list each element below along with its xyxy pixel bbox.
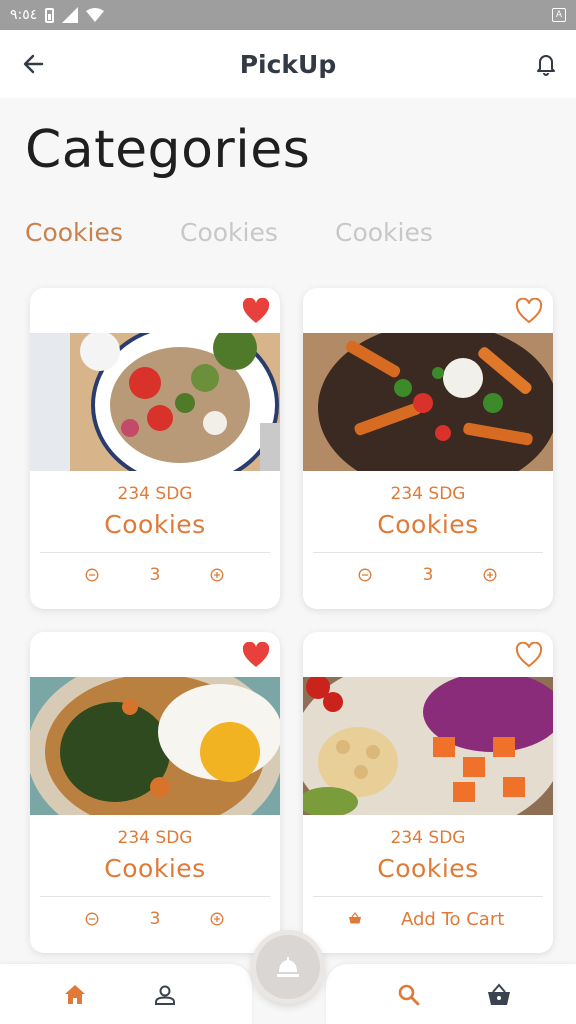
quantity-stepper: 3	[30, 909, 280, 935]
add-to-cart-button[interactable]: Add To Cart	[303, 909, 553, 935]
basket-icon	[349, 912, 361, 924]
divider	[313, 896, 543, 897]
search-icon[interactable]	[396, 982, 422, 1008]
chickpea-bowl-photo	[303, 677, 553, 815]
app-title: PickUp	[239, 49, 337, 79]
product-card[interactable]: 234 SDG Cookies 3	[30, 288, 280, 609]
wifi-icon	[86, 8, 105, 22]
product-name: Cookies	[377, 854, 479, 883]
product-name: Cookies	[104, 510, 206, 539]
arrow-left-icon[interactable]	[20, 50, 48, 78]
heart-outline-icon[interactable]	[515, 298, 543, 324]
heart-filled-icon[interactable]	[242, 298, 270, 324]
status-bar: ٩:٥٤ A	[0, 0, 576, 30]
product-price: 234 SDG	[390, 828, 466, 848]
tab-cookies-2[interactable]: Cookies	[180, 218, 335, 247]
app-bar: PickUp	[0, 30, 576, 98]
fab-inner	[256, 935, 320, 999]
quantity-value: 3	[149, 565, 161, 585]
quantity-value: 3	[149, 909, 161, 929]
quantity-stepper: 3	[30, 565, 280, 591]
divider	[40, 552, 270, 553]
quantity-stepper: 3	[303, 565, 553, 591]
keyboard-a-icon: A	[552, 8, 566, 22]
product-card[interactable]: 234 SDG Cookies Add To Cart	[303, 632, 553, 953]
plus-circle-icon[interactable]	[210, 912, 224, 926]
add-to-cart-label: Add To Cart	[401, 909, 505, 930]
tab-cookies-1[interactable]: Cookies	[25, 218, 180, 247]
heart-outline-icon[interactable]	[515, 642, 543, 668]
sweet-potato-fries-photo	[303, 333, 553, 471]
plus-circle-icon[interactable]	[210, 568, 224, 582]
battery-charging-icon	[45, 7, 55, 23]
quantity-value: 3	[422, 565, 434, 585]
product-price: 234 SDG	[117, 484, 193, 504]
product-card[interactable]: 234 SDG Cookies 3	[30, 632, 280, 953]
page-title: Categories	[25, 120, 311, 180]
status-time: ٩:٥٤	[10, 7, 38, 23]
product-name: Cookies	[104, 854, 206, 883]
fried-egg-plate-photo	[30, 677, 280, 815]
tab-cookies-3[interactable]: Cookies	[335, 218, 490, 247]
bottom-nav-left	[0, 964, 252, 1024]
basket-icon[interactable]	[486, 982, 512, 1008]
home-icon[interactable]	[62, 982, 88, 1008]
center-fab-button[interactable]	[251, 930, 325, 1004]
plus-circle-icon[interactable]	[483, 568, 497, 582]
product-price: 234 SDG	[390, 484, 466, 504]
signal-icon	[62, 7, 79, 23]
product-price: 234 SDG	[117, 828, 193, 848]
heart-filled-icon[interactable]	[242, 642, 270, 668]
category-tabs: Cookies Cookies Cookies	[25, 218, 490, 247]
bottom-nav-right	[326, 964, 576, 1024]
minus-circle-icon[interactable]	[85, 568, 99, 582]
profile-icon[interactable]	[152, 982, 178, 1008]
product-card[interactable]: 234 SDG Cookies 3	[303, 288, 553, 609]
divider	[313, 552, 543, 553]
product-name: Cookies	[377, 510, 479, 539]
salad-bowl-photo	[30, 333, 280, 471]
bell-icon[interactable]	[532, 50, 560, 78]
food-cloche-icon	[277, 957, 299, 977]
minus-circle-icon[interactable]	[85, 912, 99, 926]
divider	[40, 896, 270, 897]
minus-circle-icon[interactable]	[358, 568, 372, 582]
